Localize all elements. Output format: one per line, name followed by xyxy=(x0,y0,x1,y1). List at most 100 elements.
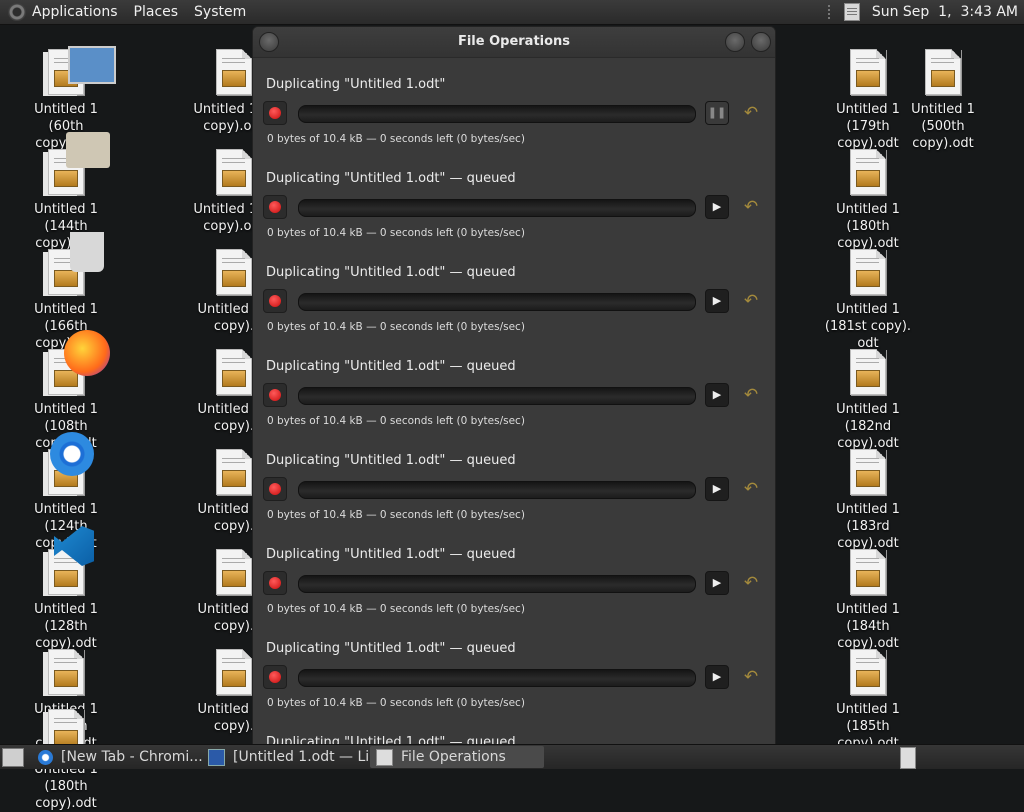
desktop-file-label: Untitled 1 (180th copy).odt xyxy=(34,762,98,811)
menu-places[interactable]: Places xyxy=(134,4,179,20)
operation-title: Duplicating "Untitled 1.odt" xyxy=(266,77,446,92)
desktop-file-icon[interactable]: Untitled 1 (184th copy).odt xyxy=(818,549,918,652)
document-icon xyxy=(850,349,886,395)
operation-title: Duplicating "Untitled 1.odt" — queued xyxy=(266,171,516,186)
operation-status: 0 bytes of 10.4 kB — 0 seconds left (0 b… xyxy=(267,697,525,709)
file-operations-icon xyxy=(376,748,393,766)
pause-icon[interactable]: ❚❚ xyxy=(705,101,729,125)
desktop-file-icon[interactable]: Untitled 1 (185th copy).odt xyxy=(818,649,918,752)
stop-icon[interactable] xyxy=(263,665,287,689)
bottom-taskbar: [New Tab - Chromi... [Untitled 1.odt — L… xyxy=(0,744,1024,769)
play-icon[interactable]: ▶ xyxy=(705,665,729,689)
top-panel: Applications Places System Sun Sep 1, 3:… xyxy=(0,0,1024,25)
document-icon xyxy=(850,149,886,195)
task-label: [New Tab - Chromi... xyxy=(61,749,203,765)
task-label: File Operations xyxy=(401,749,506,765)
desktop-file-label: Untitled 1 (179th copy).odt xyxy=(836,102,900,151)
operation-status: 0 bytes of 10.4 kB — 0 seconds left (0 b… xyxy=(267,321,525,333)
operation-status: 0 bytes of 10.4 kB — 0 seconds left (0 b… xyxy=(267,509,525,521)
stop-icon[interactable] xyxy=(263,101,287,125)
menu-applications[interactable]: Applications xyxy=(32,4,118,20)
operation-row: Duplicating "Untitled 1.odt" — queued ▶ ↶ 0… xyxy=(253,152,775,246)
undo-icon[interactable]: ↶ xyxy=(740,384,762,406)
stop-icon[interactable] xyxy=(263,383,287,407)
desktop-file-icon[interactable]: Untitled 1 (182nd copy).odt xyxy=(818,349,918,452)
operation-row: Duplicating "Untitled 1.odt" — queued ▶ ↶ 0… xyxy=(253,622,775,716)
stop-icon[interactable] xyxy=(263,571,287,595)
operation-title: Duplicating "Untitled 1.odt" — queued xyxy=(266,641,516,656)
clock[interactable]: Sun Sep 1, 3:43 AM xyxy=(872,4,1018,20)
operation-status: 0 bytes of 10.4 kB — 0 seconds left (0 b… xyxy=(267,603,525,615)
task-label: [Untitled 1.odt — Li... xyxy=(233,749,372,765)
desktop-file-icon[interactable]: Untitled 1 (180th copy).odt xyxy=(818,149,918,252)
operation-status: 0 bytes of 10.4 kB — 0 seconds left (0 b… xyxy=(267,227,525,239)
workspace-switcher[interactable] xyxy=(900,747,916,769)
desktop-file-label: Untitled 1 (182nd copy).odt xyxy=(836,402,900,451)
play-icon[interactable]: ▶ xyxy=(705,571,729,595)
document-icon xyxy=(850,449,886,495)
document-icon xyxy=(216,649,252,695)
desktop-file-icon[interactable]: Untitled 1 (181st copy). odt xyxy=(818,249,918,352)
stop-icon[interactable] xyxy=(263,195,287,219)
operation-row: Duplicating "Untitled 1.odt" — queued ▶ ↶ 0… xyxy=(253,246,775,340)
operation-title: Duplicating "Untitled 1.odt" — queued xyxy=(266,547,516,562)
panel-right: Sun Sep 1, 3:43 AM xyxy=(827,0,1024,24)
task-file-operations[interactable]: File Operations xyxy=(370,746,544,768)
play-icon[interactable]: ▶ xyxy=(705,195,729,219)
home-folder-icon[interactable] xyxy=(66,132,110,168)
trash-icon[interactable] xyxy=(70,232,104,272)
operation-title: Duplicating "Untitled 1.odt" — queued xyxy=(266,453,516,468)
mate-logo-icon[interactable] xyxy=(8,3,26,21)
document-icon xyxy=(216,349,252,395)
desktop-file-label: Untitled 1 (184th copy).odt xyxy=(836,602,900,651)
writer-icon xyxy=(208,748,225,766)
desktop-file-label: Untitled 1 (128th copy).odt xyxy=(34,602,98,651)
progress-bar xyxy=(298,481,696,499)
progress-bar xyxy=(298,387,696,405)
dialog-titlebar[interactable]: File Operations xyxy=(253,27,775,58)
document-icon xyxy=(925,49,961,95)
document-icon xyxy=(850,49,886,95)
task-chromium[interactable]: [New Tab - Chromi... xyxy=(32,746,204,768)
progress-bar xyxy=(298,669,696,687)
desktop-file-icon[interactable]: Untitled 1 (183rd copy).odt xyxy=(818,449,918,552)
document-icon xyxy=(216,149,252,195)
desktop-file-icon[interactable]: Untitled 1 (500th copy).odt xyxy=(893,49,993,152)
progress-bar xyxy=(298,293,696,311)
stop-icon[interactable] xyxy=(263,289,287,313)
operation-row: Duplicating "Untitled 1.odt" — queued ▶ ↶ 0… xyxy=(253,434,775,528)
stop-icon[interactable] xyxy=(263,477,287,501)
firefox-icon[interactable] xyxy=(64,330,110,376)
document-icon xyxy=(48,649,84,695)
menu-system[interactable]: System xyxy=(194,4,246,20)
dialog-title: File Operations xyxy=(457,34,571,49)
undo-icon[interactable]: ↶ xyxy=(740,196,762,218)
panel-separator xyxy=(827,5,834,19)
notes-tray-icon[interactable] xyxy=(843,3,860,21)
play-icon[interactable]: ▶ xyxy=(705,383,729,407)
undo-icon[interactable]: ↶ xyxy=(740,666,762,688)
operation-title: Duplicating "Untitled 1.odt" — queued xyxy=(266,359,516,374)
undo-icon[interactable]: ↶ xyxy=(740,102,762,124)
task-writer[interactable]: [Untitled 1.odt — Li... xyxy=(202,746,372,768)
undo-icon[interactable]: ↶ xyxy=(740,572,762,594)
show-desktop-icon[interactable] xyxy=(2,748,24,767)
minimize-button[interactable] xyxy=(725,32,745,52)
desktop-file-label: Untitled 1 (181st copy). odt xyxy=(824,302,912,351)
play-icon[interactable]: ▶ xyxy=(705,289,729,313)
progress-bar xyxy=(298,105,696,123)
progress-bar xyxy=(298,199,696,217)
undo-icon[interactable]: ↶ xyxy=(740,478,762,500)
undo-icon[interactable]: ↶ xyxy=(740,290,762,312)
operation-row: Duplicating "Untitled 1.odt" — queued▶↶ xyxy=(253,716,775,745)
document-icon xyxy=(850,249,886,295)
play-icon[interactable]: ▶ xyxy=(705,477,729,501)
desktop-file-icon[interactable]: Untitled 1 (128th copy).odt xyxy=(16,549,116,652)
operation-row: Duplicating "Untitled 1.odt" ❚❚ ↶ 0 bytes o… xyxy=(253,58,775,152)
close-button[interactable] xyxy=(751,32,771,52)
chromium-icon[interactable] xyxy=(50,432,94,476)
desktop-file-label: Untitled 1 (180th copy).odt xyxy=(836,202,900,251)
document-icon xyxy=(216,249,252,295)
document-icon xyxy=(850,549,886,595)
computer-icon[interactable] xyxy=(68,46,116,84)
